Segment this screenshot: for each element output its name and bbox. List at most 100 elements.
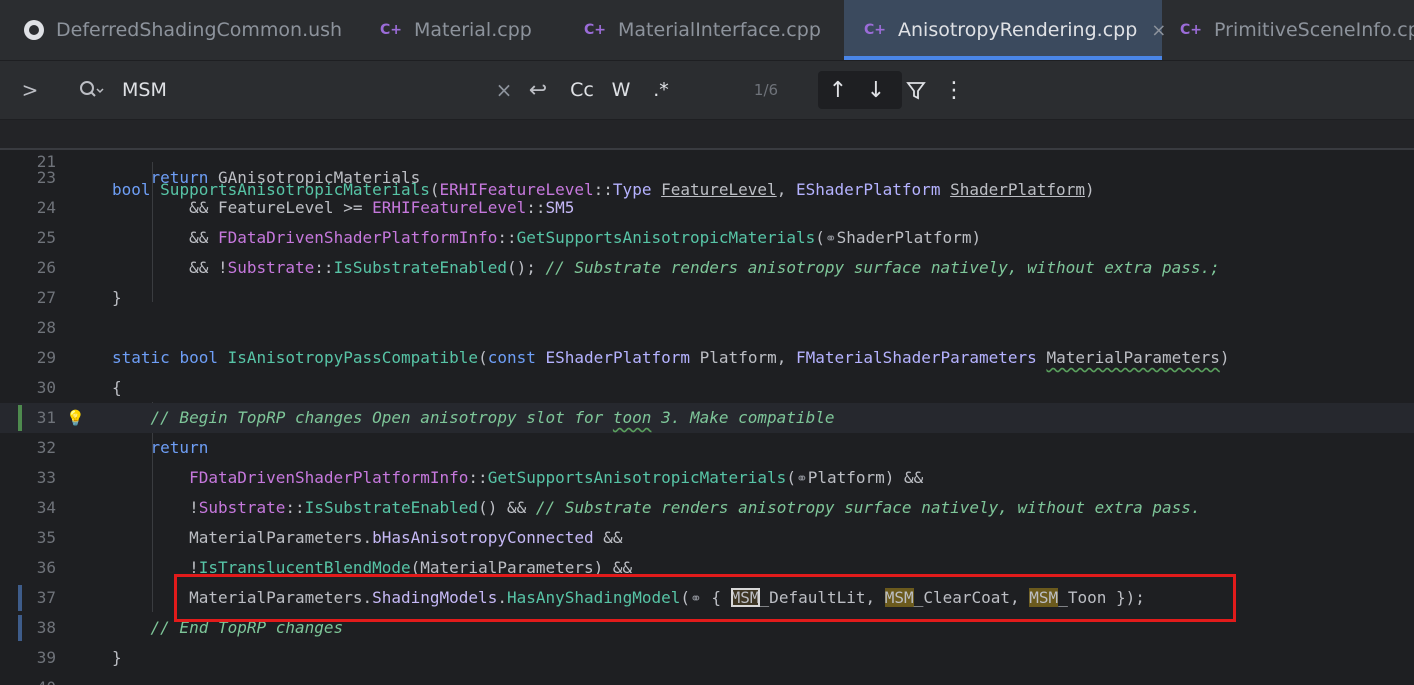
cpp-icon: C+ xyxy=(1180,22,1203,38)
code-token: , xyxy=(776,348,796,367)
tab-label: AnisotropyRendering.cpp xyxy=(898,19,1138,41)
code-token: :: xyxy=(497,228,517,247)
line-number: 33 xyxy=(36,468,56,487)
tab-anisotropy-rendering-cpp[interactable]: C+ AnisotropyRendering.cpp × xyxy=(844,0,1166,60)
code-token: ! xyxy=(189,498,199,517)
active-tab-indicator xyxy=(844,56,1162,60)
code-line: 24 && FeatureLevel >= ERHIFeatureLevel::… xyxy=(0,193,1414,223)
code-token: ShaderPlatform xyxy=(836,228,972,247)
code-line: 26 && !Substrate::IsSubstrateEnabled(); … xyxy=(0,253,1414,283)
code-token: const xyxy=(487,348,536,367)
tab-label: Material.cpp xyxy=(414,19,532,41)
line-number: 40 xyxy=(0,673,56,685)
code-token: GetSupportsAnisotropicMaterials xyxy=(487,468,787,487)
code-comment: 3. Make compatible xyxy=(651,408,835,427)
code-line: 34 !Substrate::IsSubstrateEnabled() && /… xyxy=(0,493,1414,523)
find-bar: > MSM × ↩ Cc W .* 1/6 ↑ ↓ ⋮ xyxy=(0,61,1414,120)
code-token: ) && xyxy=(884,468,924,487)
line-number: 29 xyxy=(36,348,56,367)
code-token: IsAnisotropyPassCompatible xyxy=(227,348,479,367)
code-token: :: xyxy=(314,258,334,277)
code-token: MaterialParameters xyxy=(189,528,363,547)
code-editor[interactable]: 21 bool SupportsAnisotropicMaterials(ERH… xyxy=(0,120,1414,685)
newline-icon[interactable]: ↩ xyxy=(524,61,552,119)
cpp-icon: C+ xyxy=(864,22,887,38)
code-token: GetSupportsAnisotropicMaterials xyxy=(516,228,816,247)
whole-words-toggle[interactable]: W xyxy=(606,61,636,119)
code-token: MaterialParameters xyxy=(1046,348,1220,367)
code-token: return xyxy=(150,168,209,187)
code-token: IsSubstrateEnabled xyxy=(304,498,479,517)
tab-material-cpp[interactable]: C+ Material.cpp xyxy=(380,0,560,60)
code-token: Platform xyxy=(807,468,885,487)
tab-deferred-shading-common[interactable]: DeferredShadingCommon.ush xyxy=(0,0,360,60)
line-number: 27 xyxy=(36,288,56,307)
code-line: 29 static bool IsAnisotropyPassCompatible… xyxy=(0,343,1414,373)
line-number: 28 xyxy=(36,318,56,337)
code-token: Platform xyxy=(699,348,777,367)
editor-tab-bar: DeferredShadingCommon.ush C+ Material.cp… xyxy=(0,0,1414,61)
close-icon[interactable]: × xyxy=(1151,20,1166,41)
code-line: 23 return GAnisotropicMaterials xyxy=(0,163,1414,193)
line-number: 31 xyxy=(36,408,56,427)
previous-match-button[interactable]: ↑ xyxy=(824,61,852,119)
search-icon[interactable] xyxy=(74,61,108,119)
code-token: FDataDrivenShaderPlatformInfo xyxy=(189,468,469,487)
shader-icon xyxy=(24,20,44,40)
tab-label: PrimitiveSceneInfo.cpp xyxy=(1214,19,1414,41)
more-options-icon[interactable]: ⋮ xyxy=(942,61,966,119)
code-token: FeatureLevel xyxy=(217,198,334,217)
code-token: && xyxy=(189,198,218,217)
parameter-hint-icon: ⚭ xyxy=(795,471,808,487)
code-token: } xyxy=(112,648,122,667)
code-token: . xyxy=(362,528,373,547)
match-count: 1/6 xyxy=(753,81,779,99)
code-token: ERHIFeatureLevel xyxy=(372,198,527,217)
code-token: { xyxy=(112,378,122,397)
code-line: 39} xyxy=(0,643,1414,673)
code-token: :: xyxy=(468,468,488,487)
code-line: 33 FDataDrivenShaderPlatformInfo::GetSup… xyxy=(0,463,1414,493)
code-comment: // Begin TopRP changes Open anisotropy s… xyxy=(150,408,613,427)
code-line: 25 && FDataDrivenShaderPlatformInfo::Get… xyxy=(0,223,1414,253)
parameter-hint-icon: ⚭ xyxy=(824,231,837,247)
code-token: FDataDrivenShaderPlatformInfo xyxy=(217,228,498,247)
code-token: } xyxy=(112,288,122,307)
clear-search-icon[interactable]: × xyxy=(492,61,516,119)
line-number: 26 xyxy=(36,258,56,277)
code-comment: toon xyxy=(612,408,652,427)
expand-replace-icon[interactable]: > xyxy=(16,61,44,119)
code-token: EShaderPlatform xyxy=(545,348,691,367)
code-token: >= xyxy=(333,198,373,217)
filter-icon[interactable] xyxy=(902,61,930,119)
search-input[interactable]: MSM xyxy=(122,61,482,119)
line-number: 36 xyxy=(36,558,56,577)
line-number: 39 xyxy=(36,648,56,667)
line-number: 24 xyxy=(36,198,56,217)
match-case-toggle[interactable]: Cc xyxy=(566,61,598,119)
code-token: ( xyxy=(815,228,825,247)
code-line: 40 xyxy=(0,673,1414,685)
next-match-button[interactable]: ↓ xyxy=(862,61,890,119)
line-number: 32 xyxy=(36,438,56,457)
tab-material-interface-cpp[interactable]: C+ MaterialInterface.cpp xyxy=(584,0,824,60)
lightbulb-icon[interactable]: 💡 xyxy=(66,403,85,433)
cpp-icon: C+ xyxy=(584,22,607,38)
regex-toggle[interactable]: .* xyxy=(646,61,676,119)
code-line: 30 { xyxy=(0,373,1414,403)
line-number: 25 xyxy=(36,228,56,247)
code-token: bool xyxy=(179,348,218,367)
code-token: ) xyxy=(971,228,982,247)
code-token: FMaterialShaderParameters xyxy=(795,348,1037,367)
tab-primitive-scene-info-cpp[interactable]: C+ PrimitiveSceneInfo.cpp xyxy=(1180,0,1414,60)
line-number: 38 xyxy=(36,618,56,637)
code-token: :: xyxy=(285,498,305,517)
code-comment: // Substrate renders anisotropy surface … xyxy=(535,498,1201,517)
code-line-current: 31 💡 // Begin TopRP changes Open anisotro… xyxy=(0,403,1414,433)
line-number: 23 xyxy=(36,168,56,187)
annotation-highlight-box xyxy=(174,574,1236,622)
tab-label: DeferredShadingCommon.ush xyxy=(56,19,343,41)
line-number: 35 xyxy=(36,528,56,547)
code-token: ) xyxy=(1219,348,1230,367)
code-token: Substrate xyxy=(227,258,315,277)
